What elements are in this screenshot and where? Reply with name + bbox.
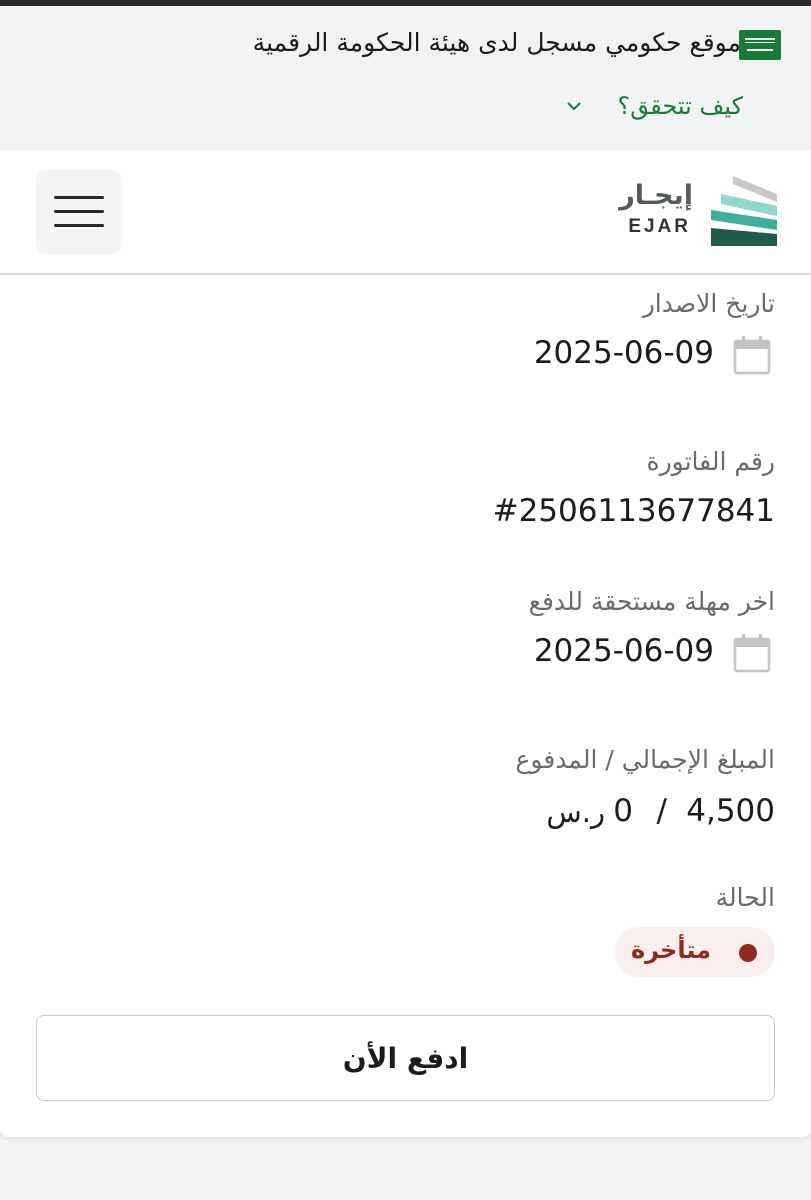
invoice-card: تاريخ الاصدار 2025-06-09 رقم الفاتورة #2…: [0, 275, 811, 1137]
hamburger-icon: [54, 196, 104, 199]
logo-english-text: EJAR: [628, 216, 691, 237]
invoice-number-label: رقم الفاتورة: [646, 447, 775, 476]
issue-date-label: تاريخ الاصدار: [642, 289, 775, 318]
amount-label: المبلغ الإجمالي / المدفوع: [515, 745, 775, 774]
status-value: متأخرة: [630, 936, 711, 964]
saudi-flag-icon: [739, 30, 781, 60]
ejar-logo-icon[interactable]: [703, 176, 777, 248]
currency-label: ر.س: [546, 795, 605, 829]
due-date-value: 2025-06-09: [533, 633, 714, 669]
calendar-icon: [733, 634, 771, 673]
due-date-label: اخر مهلة مستحقة للدفع: [528, 587, 775, 616]
status-badge: متأخرة: [615, 927, 775, 977]
status-label: الحالة: [715, 883, 775, 912]
how-verify-link[interactable]: كيف تتحقق؟: [618, 92, 743, 120]
amount-paid-value: 0: [613, 793, 633, 829]
gov-banner: موقع حكومي مسجل لدى هيئة الحكومة الرقمية…: [0, 6, 811, 150]
gov-banner-text: موقع حكومي مسجل لدى هيئة الحكومة الرقمية: [252, 28, 741, 57]
menu-button[interactable]: [36, 170, 122, 254]
invoice-number-value: #2506113677841: [492, 493, 775, 529]
site-header: إيجـار EJAR: [0, 150, 811, 274]
logo-arabic-text: إيجـار: [619, 180, 693, 211]
amount-total-value: 4,500: [686, 793, 775, 829]
status-dot-icon: [739, 944, 757, 962]
pay-now-button[interactable]: ادفع الأن: [36, 1015, 775, 1101]
issue-date-value: 2025-06-09: [533, 335, 714, 371]
chevron-down-icon[interactable]: [566, 98, 582, 114]
amount-separator: /: [656, 793, 667, 829]
calendar-icon: [733, 336, 771, 375]
